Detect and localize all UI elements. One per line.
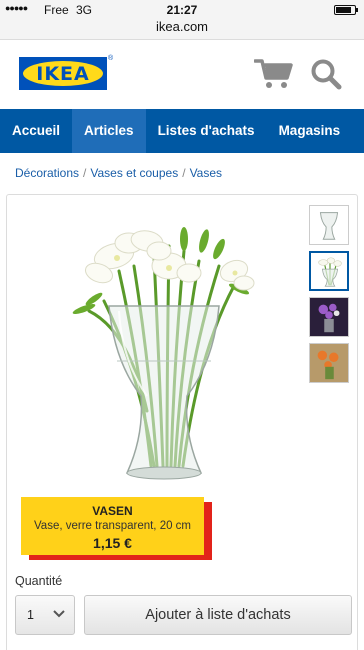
- site-header: IKEA ®: [0, 40, 364, 109]
- breadcrumb-decorations[interactable]: Décorations: [15, 166, 79, 180]
- thumbnail-vase-orange-flowers[interactable]: [309, 343, 349, 383]
- thumbnail-vase-purple-flowers[interactable]: [309, 297, 349, 337]
- nav-item-listes-dachats[interactable]: Listes d'achats: [146, 109, 267, 153]
- product-name: VASEN: [92, 504, 133, 518]
- vase-thumbnail-icon: [319, 212, 339, 240]
- product-card: VASEN Vase, verre transparent, 20 cm 1,1…: [6, 194, 358, 650]
- price-box: VASEN Vase, verre transparent, 20 cm 1,1…: [21, 497, 204, 555]
- quantity-select[interactable]: 1: [15, 595, 75, 635]
- breadcrumb-separator: /: [83, 166, 87, 180]
- breadcrumb-separator: /: [182, 166, 186, 180]
- ikea-logo[interactable]: IKEA: [19, 57, 107, 90]
- thumbnail-vase-with-flowers[interactable]: [309, 251, 349, 291]
- breadcrumb-vases[interactable]: Vases: [190, 166, 222, 180]
- product-price: 1,15 €: [93, 535, 132, 551]
- logo-text: IKEA: [36, 62, 90, 85]
- nav-item-accueil[interactable]: Accueil: [0, 109, 72, 153]
- add-to-shopping-list-button[interactable]: Ajouter à liste d'achats: [84, 595, 352, 635]
- logo-oval: IKEA: [23, 61, 103, 86]
- battery-icon: [334, 5, 358, 15]
- search-icon[interactable]: [310, 58, 342, 90]
- orange-flowers-thumbnail-icon: [310, 344, 348, 382]
- purple-flowers-thumbnail-icon: [310, 298, 348, 336]
- quantity-label: Quantité: [15, 574, 63, 588]
- breadcrumb: Décorations / Vases et coupes / Vases: [15, 166, 222, 180]
- thumbnail-vase-empty[interactable]: [309, 205, 349, 245]
- nav-item-articles[interactable]: Articles: [72, 109, 146, 153]
- nav-item-magasins[interactable]: Magasins: [267, 109, 353, 153]
- battery-level: [336, 7, 352, 13]
- product-image[interactable]: [59, 211, 269, 491]
- main-nav: Accueil Articles Listes d'achats Magasin…: [0, 109, 364, 153]
- address-bar[interactable]: ikea.com: [0, 19, 364, 40]
- breadcrumb-vases-et-coupes[interactable]: Vases et coupes: [90, 166, 178, 180]
- shopping-cart-icon[interactable]: [254, 58, 294, 90]
- status-bar: ●●●●● Free 3G 21:27: [0, 0, 364, 19]
- chevron-down-icon: [53, 610, 65, 618]
- quantity-value: 1: [27, 608, 34, 622]
- logo-registered-mark: ®: [108, 55, 114, 62]
- product-description: Vase, verre transparent, 20 cm: [33, 520, 192, 532]
- url-text: ikea.com: [155, 19, 209, 34]
- clock: 21:27: [166, 3, 198, 17]
- vase-flowers-thumbnail-icon: [318, 257, 342, 287]
